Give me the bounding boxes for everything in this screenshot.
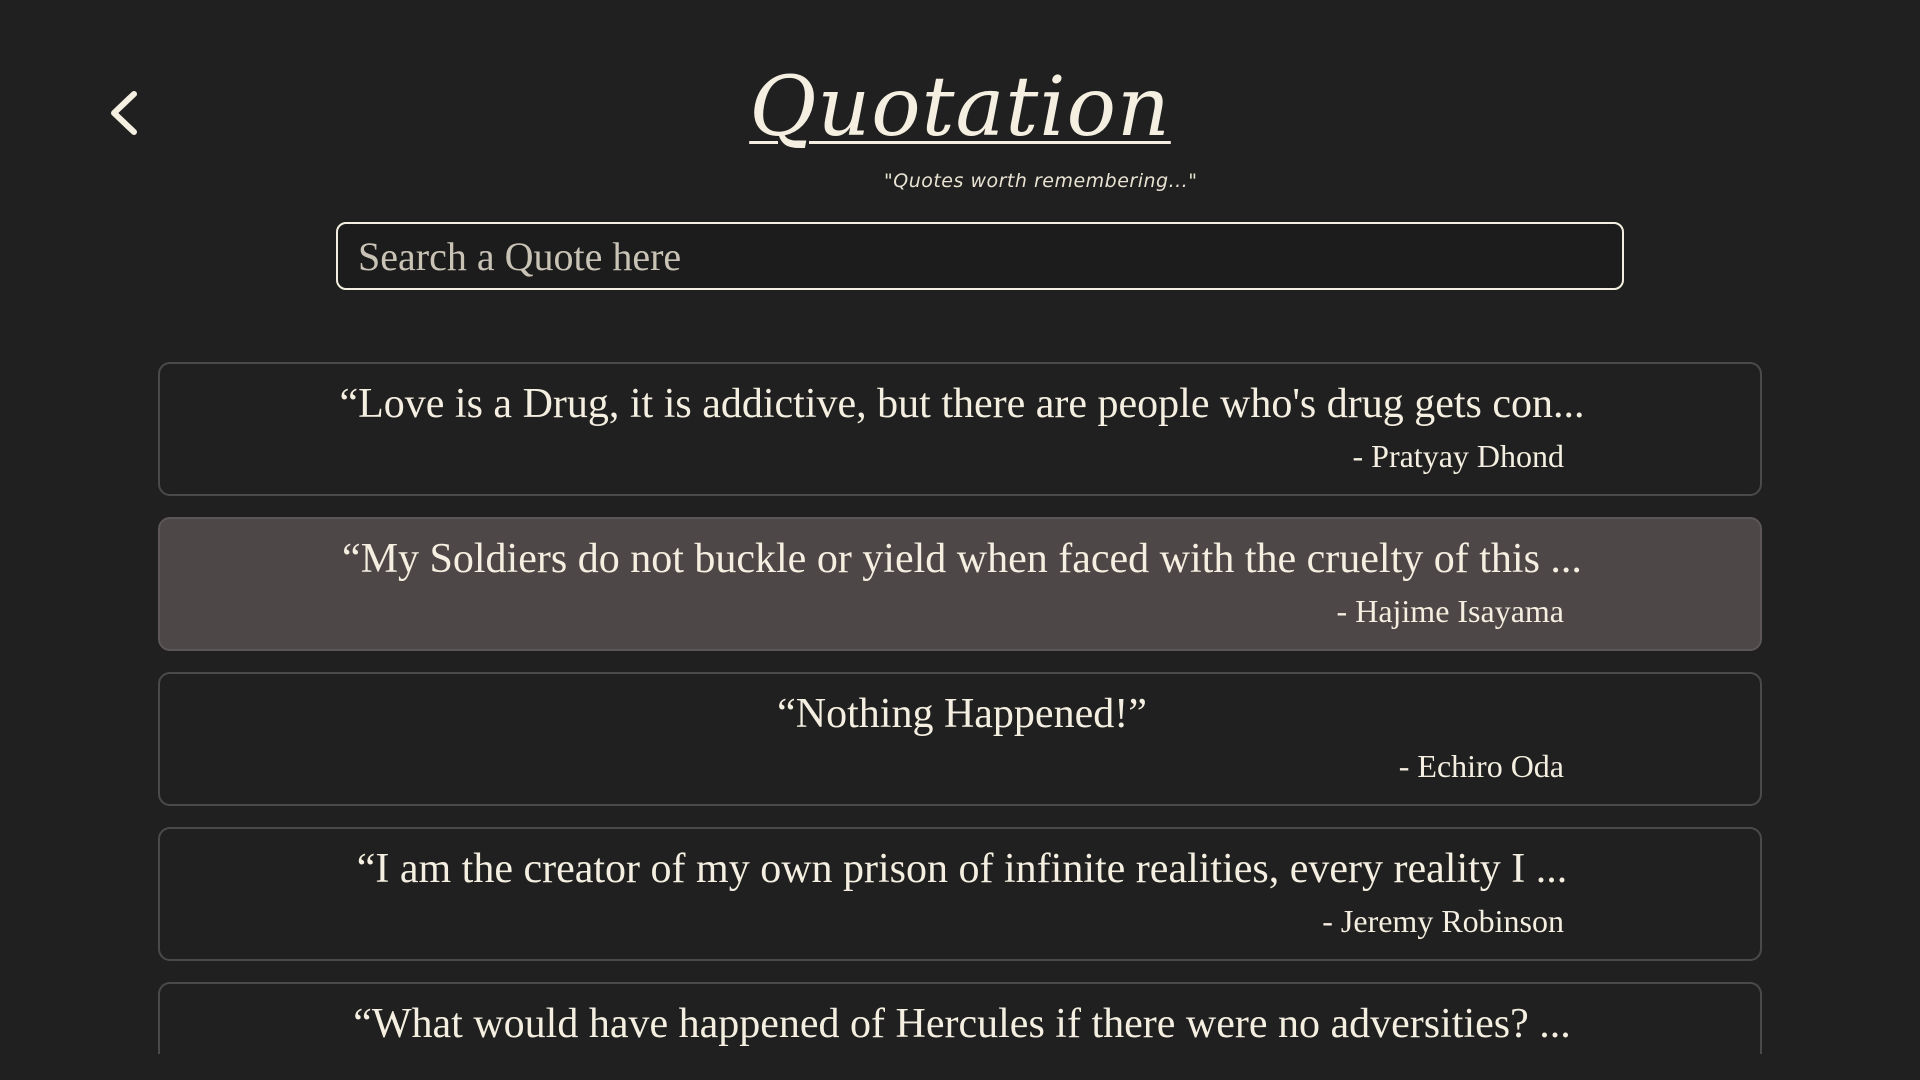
quote-card[interactable]: “I am the creator of my own prison of in… <box>158 827 1762 961</box>
quote-text: “Love is a Drug, it is addictive, but th… <box>339 381 1585 427</box>
quote-author: - Hajime Isayama <box>1336 593 1564 629</box>
quote-text: “Nothing Happened!” <box>777 691 1147 737</box>
quote-text: “I am the creator of my own prison of in… <box>356 846 1568 892</box>
quote-card[interactable]: “My Soldiers do not buckle or yield when… <box>158 517 1762 651</box>
quote-text: “What would have happened of Hercules if… <box>353 1001 1571 1047</box>
search-input[interactable] <box>338 224 1622 288</box>
quote-card[interactable]: “Nothing Happened!” - Echiro Oda <box>158 672 1762 806</box>
quote-text: “My Soldiers do not buckle or yield when… <box>342 536 1582 582</box>
quote-author: - Echiro Oda <box>1398 748 1564 784</box>
search-box <box>336 222 1624 290</box>
app-header: Quotation <box>0 62 1920 154</box>
quote-list: “Love is a Drug, it is addictive, but th… <box>158 362 1762 1054</box>
quote-card[interactable]: “What would have happened of Hercules if… <box>158 982 1762 1054</box>
quote-author: - Pratyay Dhond <box>1352 438 1564 474</box>
app-title: Quotation <box>749 60 1171 155</box>
quote-author: - Jeremy Robinson <box>1322 903 1564 939</box>
app-tagline: "Quotes worth remembering..." <box>884 170 1198 192</box>
quote-card[interactable]: “Love is a Drug, it is addictive, but th… <box>158 362 1762 496</box>
